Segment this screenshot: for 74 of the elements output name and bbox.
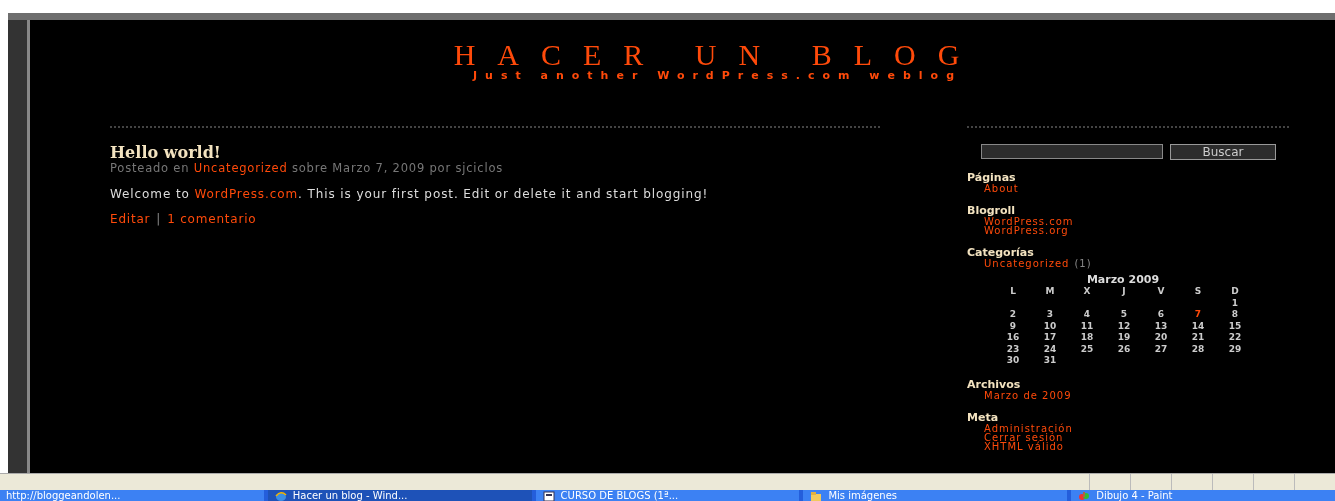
comments-link[interactable]: 1 comentario (167, 212, 257, 226)
calendar-day: 16 (994, 332, 1032, 344)
site-link[interactable]: WordPress.com (194, 187, 299, 201)
blog-tagline: Just another WordPress.com weblog (472, 70, 963, 82)
document-icon (541, 490, 556, 501)
calendar-day: 12 (1105, 320, 1143, 332)
post-title[interactable]: Hello world! (110, 144, 880, 162)
calendar-day: 29 (1216, 343, 1254, 355)
weekday-label: D (1230, 286, 1240, 298)
post-body: Welcome to WordPress.com. This is your first post. Edit or delete it and start blogging! (110, 189, 710, 200)
taskbar-button[interactable]: Mis imágenes (803, 490, 1068, 501)
widget-title: Meta (967, 411, 999, 424)
blog-title[interactable]: HACER UN BLOG (453, 40, 982, 70)
calendar-day: 14 (1179, 320, 1217, 332)
taskbar-button[interactable]: CURSO DE BLOGS (1ª... (535, 490, 800, 501)
folder-icon (809, 490, 824, 501)
calendar-day: 17 (1031, 332, 1069, 344)
sidebar-link[interactable]: Uncategorized (984, 259, 1070, 268)
search-button[interactable]: Buscar (1170, 144, 1276, 160)
sidebar-link[interactable]: WordPress.com (984, 217, 1074, 226)
sidebar-link[interactable]: Cerrar sesión (984, 432, 1064, 442)
sidebar-link[interactable]: WordPress.org (984, 226, 1069, 235)
calendar-day: 25 (1068, 343, 1106, 355)
widget-title: Archivos (967, 378, 1022, 391)
sidebar-link[interactable]: About (984, 184, 1019, 193)
sidebar-link[interactable]: Marzo de 2009 (984, 390, 1072, 400)
calendar-day: 3 (1031, 309, 1069, 321)
calendar-day: 15 (1216, 320, 1254, 332)
taskbar-button[interactable]: http://bloggeandolen... (0, 490, 264, 501)
calendar-day: 4 (1068, 309, 1106, 321)
calendar-day: 8 (1216, 309, 1254, 321)
calendar-caption: Marzo 2009 (1085, 274, 1161, 286)
calendar-day: 1 (1216, 297, 1254, 309)
paint-icon (1077, 490, 1092, 501)
weekday-label: J (1120, 286, 1127, 298)
category-link[interactable]: Uncategorized (193, 161, 288, 175)
calendar-day: 2 (994, 309, 1032, 321)
weekday-label: M (1044, 286, 1056, 298)
weekday-label: S (1193, 286, 1203, 298)
calendar-day: 18 (1068, 332, 1106, 344)
calendar-day: 27 (1142, 343, 1180, 355)
calendar-day: 20 (1142, 332, 1180, 344)
taskbar-button[interactable]: Dibujo 4 - Paint (1071, 490, 1335, 501)
calendar-day: 30 (994, 355, 1032, 367)
calendar-day: 22 (1216, 332, 1254, 344)
sidebar-link[interactable]: XHTML válido (984, 441, 1064, 451)
widget-title: Categorías (967, 247, 1034, 259)
search-field[interactable] (981, 144, 1163, 159)
edit-link[interactable]: Editar (110, 212, 151, 226)
weekday-label: X (1082, 286, 1092, 298)
weekday-label: L (1009, 286, 1017, 298)
calendar-day: 6 (1142, 309, 1180, 321)
separator: | (156, 212, 162, 226)
calendar-day: 9 (994, 320, 1032, 332)
calendar-day: 26 (1105, 343, 1143, 355)
calendar-day: 19 (1105, 332, 1143, 344)
calendar-day: 23 (994, 343, 1032, 355)
post-meta: Posteado en Uncategorized sobre Marzo 7, 2009 por sjciclos (110, 162, 505, 175)
widget-title: Páginas (967, 172, 1016, 184)
calendar-day: 24 (1031, 343, 1069, 355)
post-count: (1) (1074, 259, 1092, 268)
taskbar-button[interactable]: Hacer un blog - Wind... (267, 490, 532, 501)
globe-icon (273, 490, 288, 501)
calendar-day: 5 (1105, 309, 1143, 321)
calendar-day: 11 (1068, 320, 1106, 332)
calendar-day-link[interactable]: 7 (1179, 309, 1217, 321)
calendar-day: 13 (1142, 320, 1180, 332)
calendar-day: 10 (1031, 320, 1069, 332)
weekday-label: V (1156, 286, 1166, 298)
sidebar-link[interactable]: Administración (984, 423, 1073, 433)
calendar-day: 28 (1179, 343, 1217, 355)
calendar-day: 21 (1179, 332, 1217, 344)
widget-title: Blogroll (967, 205, 1016, 217)
calendar-day: 31 (1031, 355, 1069, 367)
